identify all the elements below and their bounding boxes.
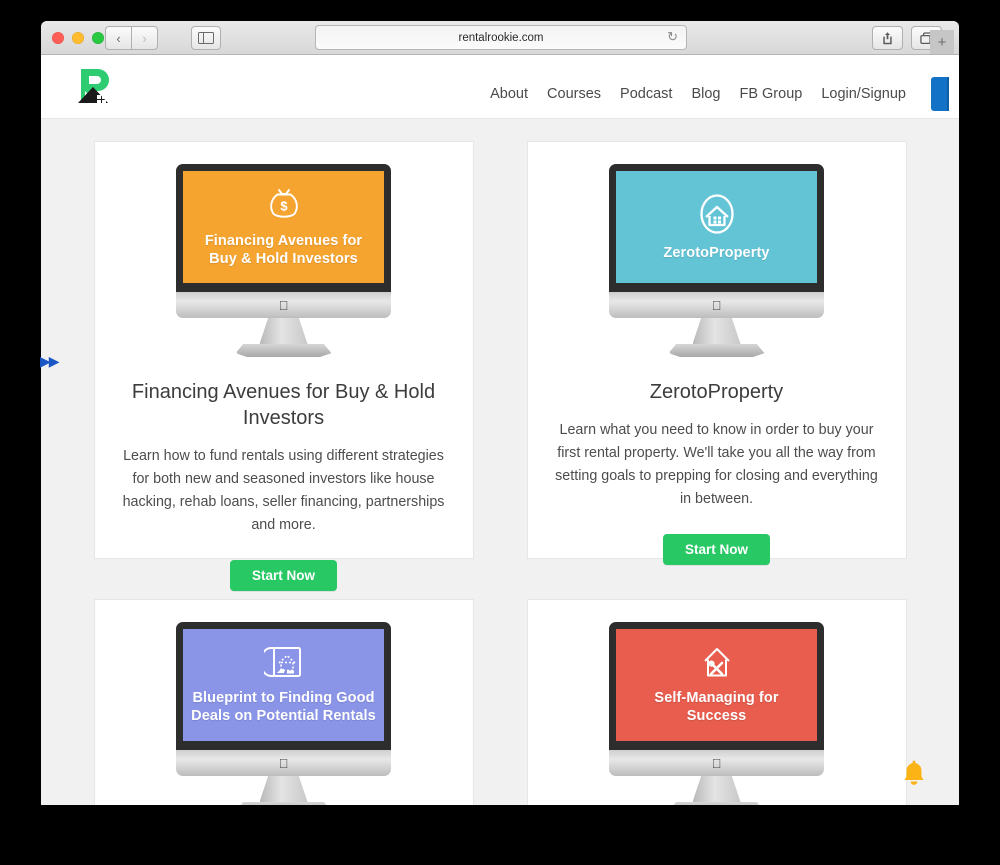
course-card-self-managing[interactable]: Self-Managing for Success : [526, 599, 907, 805]
monitor-screen: $ Financing Avenues for Buy & Hold Inves…: [183, 171, 384, 283]
share-icon: [883, 32, 892, 45]
money-bag-icon: $: [269, 189, 298, 219]
nav-item-blog[interactable]: Blog: [691, 86, 720, 102]
nav-item-fb-group[interactable]: FB Group: [739, 86, 802, 102]
window-controls: [52, 32, 104, 44]
browser-toolbar: ‹ › rentalrookie.com ↻ +: [41, 21, 959, 55]
nav-item-courses[interactable]: Courses: [547, 86, 601, 102]
monitor-chin: : [609, 750, 824, 776]
monitor-bezel: Self-Managing for Success: [609, 622, 824, 757]
course-thumbnail: ZerotoProperty : [609, 164, 824, 357]
address-bar[interactable]: rentalrookie.com ↻: [315, 25, 687, 50]
thumbnail-title: Financing Avenues for Buy & Hold Investo…: [204, 233, 363, 267]
monitor-screen: ZerotoProperty: [616, 171, 817, 283]
monitor-neck: [259, 776, 308, 802]
monitor-chin: : [176, 292, 391, 318]
monitor-base: [235, 344, 332, 357]
course-card-grid: $ Financing Avenues for Buy & Hold Inves…: [41, 119, 959, 805]
course-thumbnail: Self-Managing for Success : [609, 622, 824, 805]
course-title: ZerotoProperty: [649, 381, 784, 403]
page-viewport: About Courses Podcast Blog FB Group Logi…: [41, 55, 959, 805]
house-oval-icon: [699, 194, 734, 234]
monitor-chin: : [176, 750, 391, 776]
toolbar-right-buttons: +: [872, 26, 954, 54]
apple-logo-icon: : [712, 757, 722, 770]
course-description: Learn what you need to know in order to …: [555, 422, 878, 508]
sidebar-icon: [198, 32, 214, 44]
back-button[interactable]: ‹: [105, 26, 131, 50]
notification-bell-button[interactable]: [897, 758, 931, 792]
course-card-financing-avenues[interactable]: $ Financing Avenues for Buy & Hold Inves…: [93, 141, 474, 591]
monitor-bezel: ZerotoProperty: [609, 164, 824, 299]
monitor-neck: [692, 776, 741, 802]
thumbnail-title: Blueprint to Finding Good Deals on Poten…: [191, 690, 376, 724]
nav-item-podcast[interactable]: Podcast: [620, 86, 672, 102]
monitor-base: [668, 802, 765, 805]
start-now-button[interactable]: Start Now: [229, 559, 337, 591]
reload-icon[interactable]: ↻: [667, 30, 678, 44]
course-thumbnail: Blueprint to Finding Good Deals on Poten…: [176, 622, 391, 805]
apple-logo-icon: : [279, 757, 289, 770]
nav-cta-button[interactable]: [931, 77, 949, 111]
card-row-1: $ Financing Avenues for Buy & Hold Inves…: [41, 141, 959, 591]
thumbnail-title: ZerotoProperty: [663, 245, 770, 262]
course-card-zerotoproperty[interactable]: ZerotoProperty  ZerotoProperty Lear: [526, 141, 907, 565]
blueprint-icon: [263, 647, 301, 678]
card-row-2: Blueprint to Finding Good Deals on Poten…: [41, 599, 959, 805]
monitor-bezel: $ Financing Avenues for Buy & Hold Inves…: [176, 164, 391, 299]
thumbnail-title: Self-Managing for Success: [654, 690, 779, 724]
url-text: rentalrookie.com: [458, 31, 544, 44]
sidebar-toggle-button[interactable]: [191, 26, 221, 50]
monitor-bezel: Blueprint to Finding Good Deals on Poten…: [176, 622, 391, 757]
rental-rookie-logo-icon: [78, 69, 109, 103]
monitor-base: [235, 802, 332, 805]
monitor-neck: [692, 318, 741, 344]
screenshot-root: ‹ › rentalrookie.com ↻ + About Courses P…: [0, 0, 1000, 865]
monitor-neck: [259, 318, 308, 344]
site-logo[interactable]: [73, 63, 119, 109]
start-now-button[interactable]: Start Now: [662, 533, 770, 565]
apple-logo-icon: : [712, 299, 722, 312]
bell-icon: [904, 760, 924, 785]
course-card-blueprint[interactable]: Blueprint to Finding Good Deals on Poten…: [93, 599, 474, 805]
svg-text:$: $: [280, 199, 288, 214]
maximize-window-button[interactable]: [92, 32, 104, 44]
forward-button[interactable]: ›: [131, 26, 158, 50]
browser-window: ‹ › rentalrookie.com ↻ + About Courses P…: [41, 21, 959, 805]
scroll-forward-arrow[interactable]: ▶▶: [40, 353, 59, 370]
nav-item-login-signup[interactable]: Login/Signup: [821, 86, 906, 102]
monitor-chin: : [609, 292, 824, 318]
site-nav: About Courses Podcast Blog FB Group Logi…: [490, 77, 949, 111]
close-window-button[interactable]: [52, 32, 64, 44]
monitor-base: [668, 344, 765, 357]
house-tools-icon: [703, 648, 730, 677]
course-description: Learn how to fund rentals using differen…: [122, 448, 445, 534]
navigation-buttons: ‹ ›: [105, 26, 158, 50]
course-title: Financing Avenues for Buy & Hold Investo…: [131, 381, 436, 429]
apple-logo-icon: : [279, 299, 289, 312]
site-header: About Courses Podcast Blog FB Group Logi…: [41, 55, 959, 119]
nav-item-about[interactable]: About: [490, 86, 528, 102]
monitor-screen: Self-Managing for Success: [616, 629, 817, 741]
share-button[interactable]: [872, 26, 903, 50]
minimize-window-button[interactable]: [72, 32, 84, 44]
new-tab-button[interactable]: +: [930, 30, 954, 54]
course-thumbnail: $ Financing Avenues for Buy & Hold Inves…: [176, 164, 391, 357]
monitor-screen: Blueprint to Finding Good Deals on Poten…: [183, 629, 384, 741]
